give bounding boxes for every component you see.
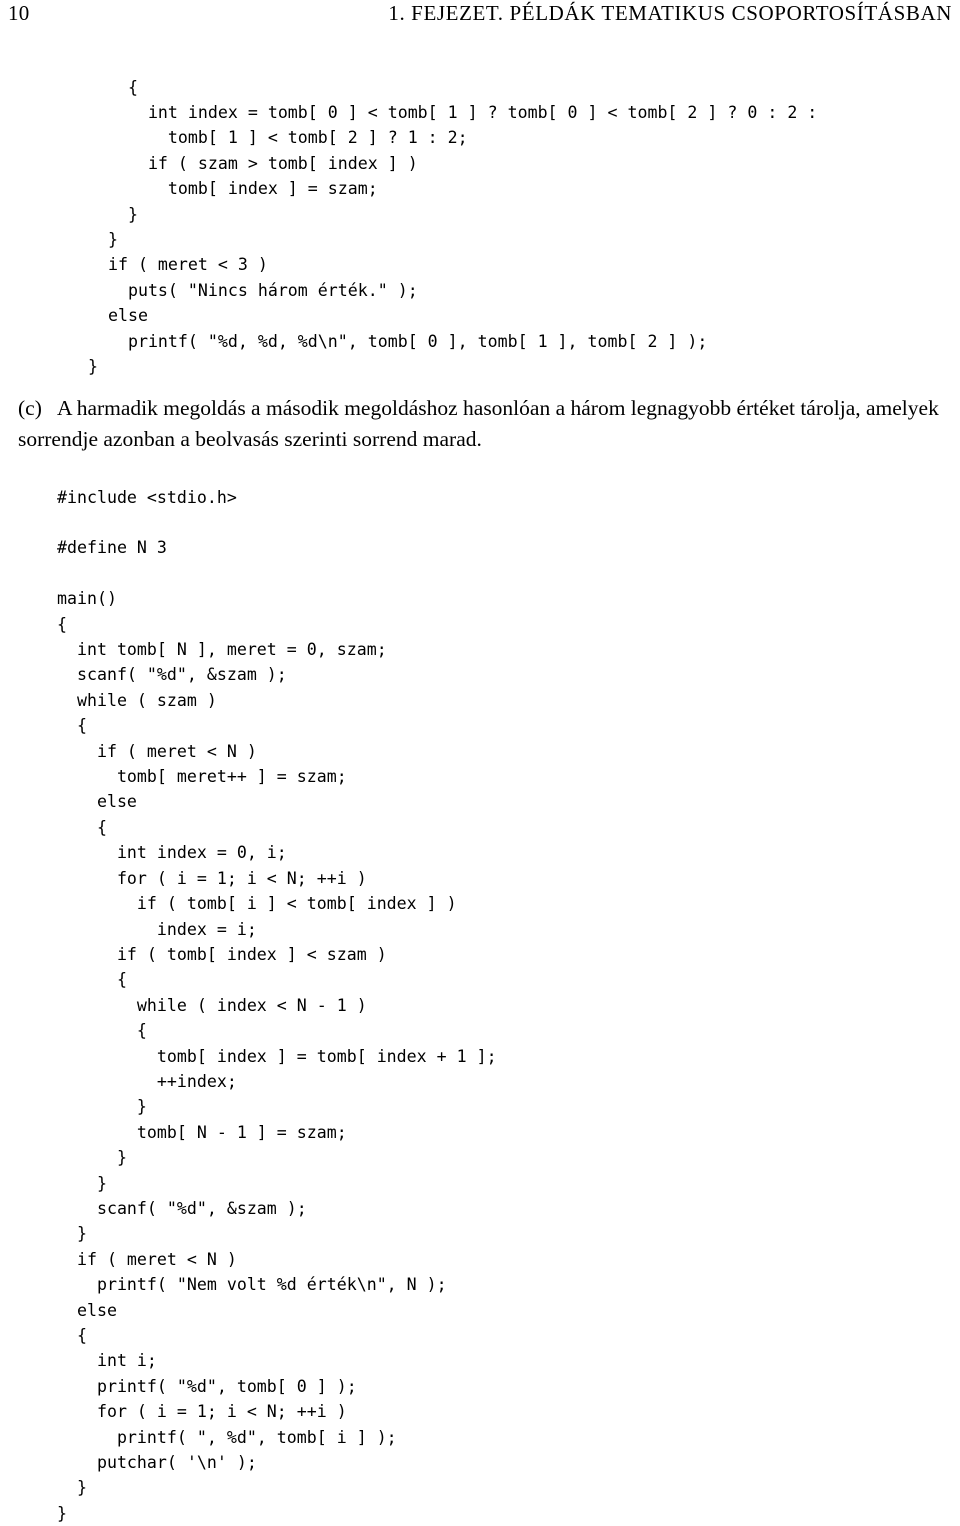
code-listing-program: #include <stdio.h> #define N 3 main() { … — [57, 487, 497, 1523]
list-item-marker: (c) — [18, 396, 42, 420]
page-header: 10 1. FEJEZET. PÉLDÁK TEMATIKUS CSOPORTO… — [0, 0, 960, 34]
code-listing-continued: { int index = tomb[ 0 ] < tomb[ 1 ] ? to… — [88, 77, 818, 377]
running-head-title: 1. FEJEZET. PÉLDÁK TEMATIKUS CSOPORTOSÍT… — [388, 1, 952, 25]
page-number: 10 — [8, 1, 30, 25]
list-item-text: A harmadik megoldás a második megoldásho… — [18, 396, 939, 451]
list-item: (c) A harmadik megoldás a második megold… — [18, 393, 944, 455]
